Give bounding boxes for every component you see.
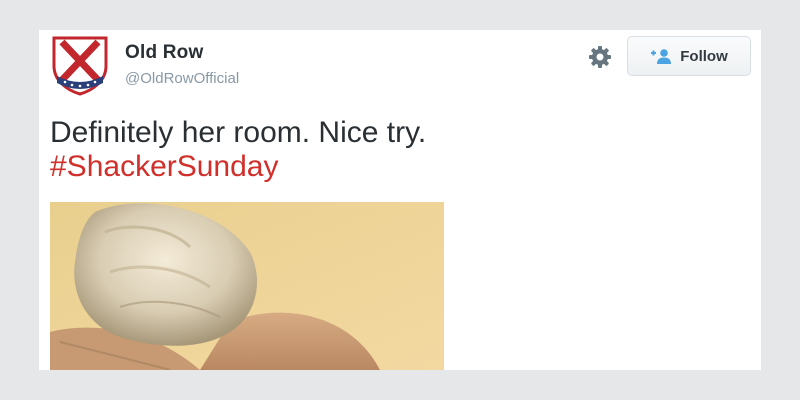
- follow-label: Follow: [680, 47, 728, 65]
- tweet-card: Old Row @OldRowOfficial Follow Definitel…: [39, 30, 761, 370]
- avatar[interactable]: [50, 36, 110, 96]
- old-row-crest-logo: [52, 36, 108, 96]
- user-name[interactable]: Old Row: [125, 42, 203, 64]
- add-user-icon: [651, 49, 672, 64]
- tweet-body: Definitely her room. Nice try.: [50, 116, 427, 149]
- user-handle[interactable]: @OldRowOfficial: [125, 70, 239, 87]
- hashtag-link[interactable]: #ShackerSunday: [50, 150, 426, 184]
- tweet-text: Definitely her room. Nice try. #ShackerS…: [50, 116, 426, 184]
- follow-button[interactable]: Follow: [627, 36, 751, 76]
- tweet-photo[interactable]: [50, 202, 444, 370]
- gear-icon[interactable]: [587, 44, 613, 70]
